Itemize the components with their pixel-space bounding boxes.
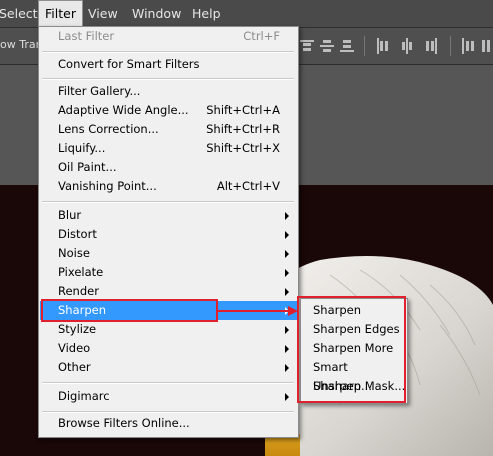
menu-item-label: Lens Correction...	[58, 122, 159, 136]
menu-divider	[42, 51, 294, 53]
menu-item-last-filter[interactable]: Last Filter Ctrl+F	[40, 27, 297, 46]
menu-item-pixelate[interactable]: Pixelate	[40, 263, 297, 282]
menu-item-label: Other	[58, 360, 91, 374]
menu-item-shortcut: Shift+Ctrl+R	[206, 122, 280, 136]
menu-item-label: Distort	[58, 227, 97, 241]
menu-item-vanishing-point[interactable]: Vanishing Point... Alt+Ctrl+V	[40, 177, 297, 196]
menu-item-label: Blur	[58, 208, 82, 222]
menu-item-convert-smart-filters[interactable]: Convert for Smart Filters	[40, 55, 297, 74]
annotation-arrow-icon	[216, 306, 298, 316]
menu-item-blur[interactable]: Blur	[40, 206, 297, 225]
align-bottom-edges-icon[interactable]	[340, 38, 354, 54]
menu-bar: Select Filter View Window Help	[0, 0, 493, 28]
menu-item-noise[interactable]: Noise	[40, 244, 297, 263]
menu-item-oil-paint[interactable]: Oil Paint...	[40, 158, 297, 177]
align-horizontal-centers-icon[interactable]	[400, 38, 414, 54]
menu-item-label: Browse Filters Online...	[58, 416, 190, 430]
menu-divider	[42, 201, 294, 203]
align-right-edges-icon[interactable]	[424, 38, 438, 54]
menu-item-label: Pixelate	[58, 265, 104, 279]
menu-item-adaptive-wide-angle[interactable]: Adaptive Wide Angle... Shift+Ctrl+A	[40, 101, 297, 120]
menu-item-label: Oil Paint...	[58, 160, 117, 174]
annotation-box-submenu	[297, 296, 406, 403]
submenu-arrow-icon	[285, 345, 289, 353]
distribute-top-edges-icon[interactable]	[462, 38, 476, 54]
submenu-arrow-icon	[285, 231, 289, 239]
menu-item-label: Digimarc	[58, 389, 110, 403]
menu-help[interactable]: Help	[186, 0, 227, 27]
submenu-arrow-icon	[285, 326, 289, 334]
menu-item-lens-correction[interactable]: Lens Correction... Shift+Ctrl+R	[40, 120, 297, 139]
menu-item-label: Filter Gallery...	[58, 84, 141, 98]
menu-item-shortcut: Shift+Ctrl+X	[206, 141, 280, 155]
menu-item-shortcut: Ctrl+F	[243, 29, 280, 43]
menu-item-label: Stylize	[58, 322, 97, 336]
menu-item-shortcut: Alt+Ctrl+V	[216, 179, 280, 193]
menu-item-filter-gallery[interactable]: Filter Gallery...	[40, 82, 297, 101]
align-top-edges-icon[interactable]	[300, 38, 314, 54]
toolbar-divider	[450, 36, 451, 56]
submenu-arrow-icon	[285, 250, 289, 258]
menu-divider	[42, 382, 294, 384]
submenu-arrow-icon	[285, 288, 289, 296]
menu-item-other[interactable]: Other	[40, 358, 297, 377]
menu-item-browse-filters-online[interactable]: Browse Filters Online...	[40, 414, 297, 433]
menu-item-distort[interactable]: Distort	[40, 225, 297, 244]
menu-item-label: Liquify...	[58, 141, 106, 155]
submenu-arrow-icon	[285, 269, 289, 277]
menu-item-label: Video	[58, 341, 91, 355]
menu-item-stylize[interactable]: Stylize	[40, 320, 297, 339]
menu-divider	[42, 411, 294, 413]
align-left-edges-icon[interactable]	[376, 38, 390, 54]
menu-filter[interactable]: Filter	[38, 0, 83, 27]
menu-view[interactable]: View	[82, 0, 124, 27]
menu-item-label: Convert for Smart Filters	[58, 57, 200, 71]
toolbar-divider	[364, 36, 365, 56]
menu-item-liquify[interactable]: Liquify... Shift+Ctrl+X	[40, 139, 297, 158]
filter-menu: Last Filter Ctrl+F Convert for Smart Fil…	[38, 26, 299, 438]
submenu-arrow-icon	[285, 212, 289, 220]
distribute-centers-icon[interactable]	[480, 38, 493, 54]
menu-item-label: Noise	[58, 246, 90, 260]
annotation-box-sharpen	[41, 299, 218, 322]
menu-item-shortcut: Shift+Ctrl+A	[206, 103, 280, 117]
align-vertical-centers-icon[interactable]	[320, 38, 334, 54]
menu-item-label: Last Filter	[58, 29, 115, 43]
menu-divider	[42, 78, 294, 80]
submenu-arrow-icon	[285, 364, 289, 372]
menu-window[interactable]: Window	[126, 0, 187, 27]
menu-item-label: Vanishing Point...	[58, 179, 157, 193]
menu-item-label: Adaptive Wide Angle...	[58, 103, 189, 117]
submenu-arrow-icon	[285, 393, 289, 401]
menu-item-digimarc[interactable]: Digimarc	[40, 387, 297, 406]
menu-item-video[interactable]: Video	[40, 339, 297, 358]
